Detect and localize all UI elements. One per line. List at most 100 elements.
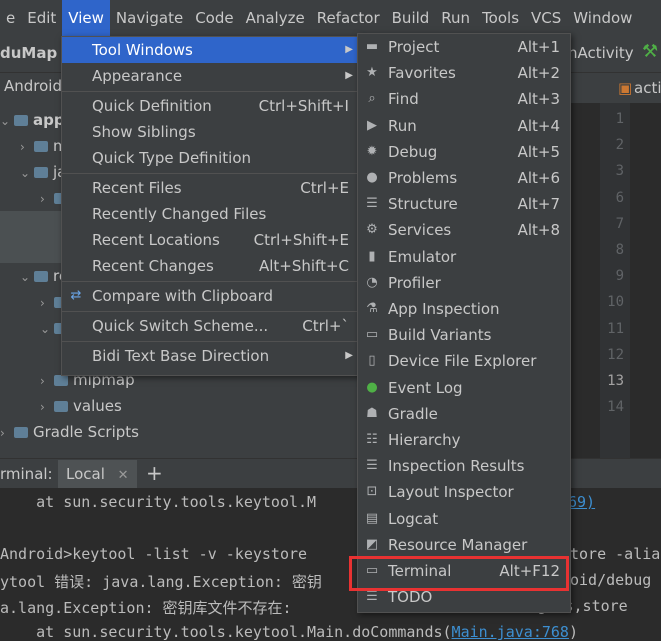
- terminal-line-5: a.lang.Exception: 密钥库文件不存在:: [0, 599, 301, 617]
- tool-window-item-resource-manager[interactable]: ◩ Resource Manager: [358, 532, 570, 558]
- menu-item-label: Resource Manager: [388, 535, 528, 554]
- expand-arrow-icon[interactable]: ›: [20, 134, 34, 160]
- terminal-link-main-java[interactable]: Main.java:768: [452, 623, 569, 641]
- event-log-icon: ●: [366, 379, 378, 395]
- menu-item-label: Problems: [388, 169, 458, 187]
- tool-window-item-services[interactable]: ⚙ Services Alt+8: [358, 217, 570, 243]
- line-number: 9: [615, 268, 624, 285]
- menu-run[interactable]: Run: [435, 0, 476, 36]
- menu-window[interactable]: Window: [567, 0, 638, 36]
- expand-arrow-icon[interactable]: ⌄: [20, 160, 34, 186]
- emulator-icon: ▮: [368, 248, 376, 264]
- expand-arrow-icon[interactable]: ⌄: [0, 108, 14, 134]
- menu-e[interactable]: e: [0, 0, 21, 36]
- todo-icon: ☰: [366, 589, 378, 605]
- menu-bar: e Edit View Navigate Code Analyze Refactor Buil…: [0, 0, 661, 36]
- tree-node[interactable]: ⌄ app: [0, 107, 65, 133]
- tree-node[interactable]: › values: [0, 393, 122, 419]
- menu-item-label: Run: [388, 116, 417, 135]
- view-menu-item[interactable]: Appearance ▶: [62, 63, 359, 89]
- view-menu-item[interactable]: Bidi Text Base Direction ▶: [62, 343, 359, 369]
- expand-arrow-icon[interactable]: ›: [40, 368, 54, 394]
- menu-item-label: Debug: [388, 142, 438, 161]
- menu-separator: [62, 281, 359, 282]
- tool-window-item-app-inspection[interactable]: ⚗ App Inspection: [358, 296, 570, 322]
- tool-window-item-hierarchy[interactable]: ☷ Hierarchy: [358, 427, 570, 453]
- menu-separator: [62, 341, 359, 342]
- menu-item-label: Tool Windows: [92, 41, 193, 59]
- tool-windows-submenu: ▬ Project Alt+1 ★ Favorites Alt+2 ⌕ Find Alt+3 ▶ R…: [357, 33, 571, 613]
- expand-arrow-icon[interactable]: ›: [40, 394, 54, 420]
- line-number: 14: [607, 399, 624, 416]
- menu-item-label: Inspection Results: [388, 457, 525, 476]
- terminal-line-4: ytool 错误: java.lang.Exception: 密钥: [0, 573, 322, 591]
- menu-edit[interactable]: Edit: [21, 0, 62, 36]
- tool-window-item-device-file-explorer[interactable]: ▯ Device File Explorer: [358, 348, 570, 374]
- tool-window-item-problems[interactable]: ● Problems Alt+6: [358, 165, 570, 191]
- tool-window-item-emulator[interactable]: ▮ Emulator: [358, 244, 570, 270]
- menu-item-label: Project: [388, 38, 440, 56]
- view-menu-item[interactable]: ⇄ Compare with Clipboard: [62, 283, 359, 309]
- view-menu-item[interactable]: Recent Files Ctrl+E: [62, 175, 359, 201]
- submenu-arrow-icon: ▶: [345, 70, 353, 81]
- expand-arrow-icon[interactable]: ›: [40, 290, 54, 316]
- tool-window-item-logcat[interactable]: ▤ Logcat: [358, 506, 570, 532]
- run-config-selector[interactable]: nActivity: [568, 44, 634, 62]
- tool-window-item-project[interactable]: ▬ Project Alt+1: [358, 34, 570, 60]
- tree-node[interactable]: › Gradle Scripts: [0, 419, 139, 445]
- menu-vcs[interactable]: VCS: [525, 0, 567, 36]
- tool-window-item-structure[interactable]: ☰ Structure Alt+7: [358, 191, 570, 217]
- problems-icon: ●: [366, 170, 378, 185]
- terminal-line-4-tail: oid/debug: [570, 571, 652, 589]
- menu-view[interactable]: View: [62, 0, 110, 36]
- submenu-arrow-icon: ▶: [345, 44, 353, 55]
- build-hammer-icon[interactable]: ⚒: [642, 41, 658, 62]
- view-menu-item[interactable]: Quick Switch Scheme... Ctrl+`: [62, 313, 359, 339]
- add-tab-icon[interactable]: +: [146, 461, 163, 485]
- expand-arrow-icon[interactable]: ›: [40, 186, 54, 212]
- close-icon[interactable]: ✕: [118, 468, 129, 483]
- tool-window-item-event-log[interactable]: ● Event Log: [358, 375, 570, 401]
- xml-file-icon: ▣: [618, 79, 633, 97]
- submenu-arrow-icon: ▶: [345, 350, 353, 361]
- tool-window-item-gradle[interactable]: ☗ Gradle: [358, 401, 570, 427]
- project-view-selector[interactable]: Android: [4, 77, 62, 95]
- terminal-link-1[interactable]: 69): [568, 493, 595, 511]
- expand-arrow-icon[interactable]: ⌄: [20, 264, 34, 290]
- menu-item-label: Recently Changed Files: [92, 205, 267, 223]
- menu-code[interactable]: Code: [189, 0, 239, 36]
- expand-arrow-icon[interactable]: ⌄: [40, 316, 54, 342]
- view-menu-item[interactable]: Quick Definition Ctrl+Shift+I: [62, 93, 359, 119]
- view-menu-item[interactable]: Recent Locations Ctrl+Shift+E: [62, 227, 359, 253]
- tool-window-item-profiler[interactable]: ◔ Profiler: [358, 270, 570, 296]
- folder-icon: [54, 375, 68, 386]
- expand-arrow-icon[interactable]: ›: [0, 420, 14, 446]
- menu-navigate[interactable]: Navigate: [110, 0, 189, 36]
- tool-window-item-debug[interactable]: ✹ Debug Alt+5: [358, 139, 570, 165]
- terminal-tab-local[interactable]: Local ✕: [58, 460, 137, 488]
- tool-window-item-favorites[interactable]: ★ Favorites Alt+2: [358, 60, 570, 86]
- tree-node-label: app: [33, 111, 65, 129]
- view-menu-item[interactable]: Tool Windows ▶: [62, 37, 359, 63]
- menu-analyze[interactable]: Analyze: [240, 0, 311, 36]
- view-menu-item[interactable]: Quick Type Definition: [62, 145, 359, 171]
- menu-item-shortcut: Alt+Shift+C: [258, 257, 349, 275]
- project-name[interactable]: duMap: [0, 44, 57, 62]
- tool-window-item-inspection-results[interactable]: ☰ Inspection Results: [358, 453, 570, 479]
- menu-item-label: Quick Type Definition: [92, 149, 252, 167]
- tool-window-item-layout-inspector[interactable]: ⊡ Layout Inspector: [358, 479, 570, 505]
- line-number: 1: [615, 111, 624, 127]
- view-menu-item[interactable]: Show Siblings: [62, 119, 359, 145]
- view-menu-item[interactable]: Recently Changed Files: [62, 201, 359, 227]
- annotation-highlight-box: [349, 556, 569, 591]
- menu-item-shortcut: Ctrl+Shift+E: [253, 231, 349, 249]
- menu-build[interactable]: Build: [386, 0, 436, 36]
- tool-window-item-run[interactable]: ▶ Run Alt+4: [358, 113, 570, 139]
- tree-node[interactable]: ⌄re: [0, 263, 68, 289]
- menu-refactor[interactable]: Refactor: [311, 0, 386, 36]
- tool-window-item-build-variants[interactable]: ▭ Build Variants: [358, 322, 570, 348]
- tool-window-item-find[interactable]: ⌕ Find Alt+3: [358, 86, 570, 112]
- menu-tools[interactable]: Tools: [476, 0, 525, 36]
- editor-tab[interactable]: acti: [634, 79, 661, 97]
- view-menu-item[interactable]: Recent Changes Alt+Shift+C: [62, 253, 359, 279]
